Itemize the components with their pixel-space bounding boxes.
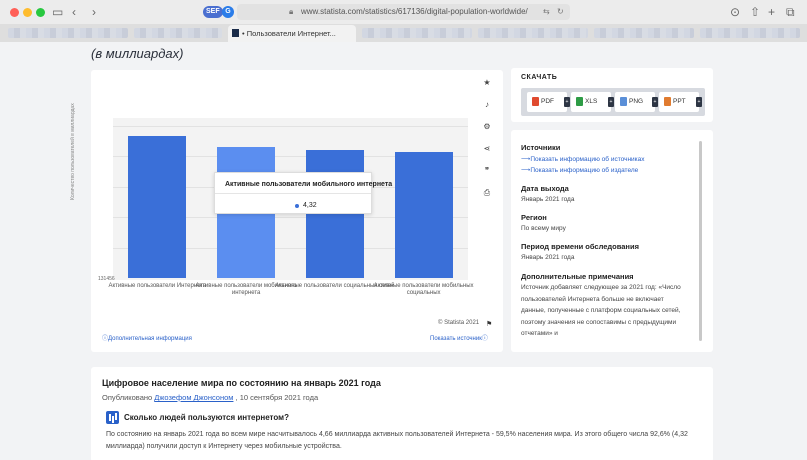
show-sources-link[interactable]: Показать источникⓘ [430, 333, 488, 342]
new-tab-icon[interactable]: + [768, 4, 775, 20]
plus-icon[interactable]: + [652, 97, 658, 107]
notes-text: Источник добавляет следующее за 2021 год… [521, 284, 681, 337]
chart-bar[interactable] [128, 136, 187, 278]
download-format-label: PNG [629, 98, 644, 105]
tab-blurred[interactable] [478, 28, 588, 38]
more-info-link[interactable]: ⓘДополнительная информация [102, 333, 192, 342]
show-publisher-info-link[interactable]: ⟶Показать информацию об издателе [521, 166, 638, 174]
download-icon[interactable]: ⊙ [730, 4, 740, 20]
file-ppt-icon [664, 97, 671, 106]
print-icon[interactable]: ⎙ [475, 184, 499, 202]
forward-icon[interactable]: › [92, 4, 96, 20]
chart-copyright: © Statista 2021 [438, 320, 480, 326]
chart-tooltip: Активные пользователи мобильного интерне… [214, 172, 392, 214]
star-icon[interactable]: ★ [475, 74, 499, 92]
extension-g-icon[interactable]: G [222, 6, 234, 18]
y-axis-label: Количество пользователей в миллиардах [70, 103, 76, 200]
quote-icon[interactable]: ❞ [475, 162, 499, 180]
tab-blurred[interactable] [362, 28, 472, 38]
article-byline: Опубликовано Джозефом Джонсоном , 10 сен… [102, 393, 318, 402]
byline-date: , 10 сентября 2021 года [233, 393, 319, 402]
bell-icon[interactable]: ♪ [475, 96, 499, 114]
flag-icon[interactable]: ⚑ [486, 320, 492, 328]
share-icon[interactable]: ⋖ [475, 140, 499, 158]
file-xls-icon [576, 97, 583, 106]
sidebar-icon[interactable]: ▭ [52, 4, 63, 20]
show-sources-info-link[interactable]: ⟶Показать информацию об источниках [521, 155, 645, 163]
tab-strip: • Пользователи Интернет... [0, 24, 807, 42]
minimize-window-button[interactable] [23, 8, 32, 17]
tooltip-value: 4,32 [303, 202, 317, 209]
article-title: Цифровое население мира по состоянию на … [102, 378, 381, 388]
download-format-label: XLS [585, 98, 598, 105]
extension-badge-icon[interactable]: SEF [203, 6, 223, 18]
tab-title: • Пользователи Интернет... [242, 29, 336, 38]
author-link[interactable]: Джозефом Джонсоном [154, 393, 233, 402]
tooltip-divider [215, 193, 371, 194]
region-value: По всему миру [521, 225, 566, 232]
tab-active[interactable]: • Пользователи Интернет... [228, 25, 356, 42]
file-pdf-icon [532, 97, 539, 106]
plus-icon[interactable]: + [608, 97, 614, 107]
chart-gridline [113, 126, 468, 128]
tooltip-title: Активные пользователи мобильного интерне… [225, 181, 393, 188]
survey-period-heading: Период времени обследования [521, 242, 639, 251]
survey-period-value: Январь 2021 года [521, 254, 575, 261]
tab-blurred[interactable] [594, 28, 694, 38]
page-heading: (в миллиардах) [91, 46, 184, 61]
tab-blurred[interactable] [700, 28, 800, 38]
chart-bar[interactable] [394, 151, 453, 278]
download-ppt-button[interactable]: PPT + [659, 92, 702, 112]
article-body: По состоянию на январь 2021 года во всем… [106, 431, 688, 450]
back-icon[interactable]: ‹ [72, 4, 76, 20]
file-png-icon [620, 97, 627, 106]
zoom-window-button[interactable] [36, 8, 45, 17]
url-text: www.statista.com/statistics/617136/digit… [301, 7, 528, 16]
download-pdf-button[interactable]: PDF + [527, 92, 570, 112]
download-format-label: PPT [673, 98, 686, 105]
region-heading: Регион [521, 213, 547, 222]
download-xls-button[interactable]: XLS + [571, 92, 614, 112]
sources-heading: Источники [521, 143, 561, 152]
release-date-heading: Дата выхода [521, 184, 569, 193]
x-axis-category-label: Активные пользователи мобильных социальн… [373, 283, 474, 296]
share-icon[interactable]: ⇧ [750, 4, 760, 20]
release-date-value: Январь 2021 года [521, 196, 575, 203]
question-heading: Сколько людей пользуются интернетом? [124, 413, 289, 422]
bar-chart-icon [106, 411, 119, 424]
y-axis-zero-tick: 131456 [98, 276, 115, 282]
browser-chrome: ▭ ‹ › SEF G 🔒︎ www.statista.com/statisti… [0, 0, 807, 42]
browser-toolbar: ▭ ‹ › SEF G 🔒︎ www.statista.com/statisti… [0, 0, 807, 24]
tab-blurred[interactable] [134, 28, 222, 38]
tab-blurred[interactable] [8, 28, 128, 38]
translate-icon[interactable]: ⇆ [543, 6, 550, 18]
close-window-button[interactable] [10, 8, 19, 17]
info-scrollbar[interactable] [699, 141, 702, 341]
plus-icon[interactable]: + [696, 97, 702, 107]
gear-icon[interactable]: ⚙ [475, 118, 499, 136]
tab-overview-icon[interactable]: ⧉ [786, 4, 795, 20]
chart-bar[interactable] [305, 150, 364, 278]
download-title: СКАЧАТЬ [521, 74, 558, 81]
lock-icon: 🔒︎ [289, 7, 294, 16]
tooltip-series-dot [295, 204, 299, 208]
address-bar[interactable]: 🔒︎ www.statista.com/statistics/617136/di… [237, 4, 570, 20]
notes-heading: Дополнительные примечания [521, 272, 634, 281]
download-format-label: PDF [541, 98, 554, 105]
reload-icon[interactable]: ↻ [557, 6, 564, 18]
plus-icon[interactable]: + [564, 97, 570, 107]
statista-favicon-icon [232, 29, 239, 37]
byline-prefix: Опубликовано [102, 393, 155, 402]
download-png-button[interactable]: PNG + [615, 92, 658, 112]
